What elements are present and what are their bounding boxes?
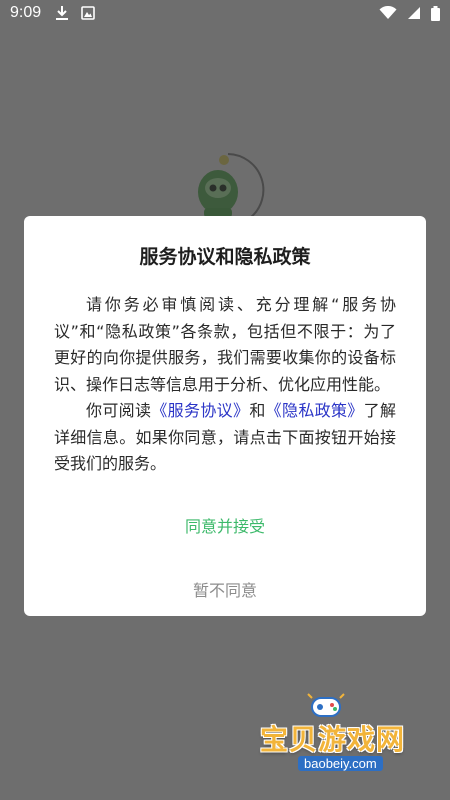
accept-button[interactable]: 同意并接受 — [125, 510, 325, 540]
image-notification-icon — [81, 6, 95, 20]
privacy-policy-link[interactable]: 《隐私政策》 — [266, 401, 364, 420]
wifi-icon — [379, 6, 397, 20]
paragraph-2-and: 和 — [249, 401, 266, 420]
status-bar: 9:09 — [0, 0, 450, 26]
dialog-paragraph-1: 请你务必审慎阅读、充分理解“服务协议”和“隐私政策”各条款，包括但不限于：为了更… — [54, 295, 396, 394]
dialog-paragraph-2: 你可阅读《服务协议》和《隐私政策》了解详细信息。如果你同意，请点击下面按钮开始接… — [54, 398, 396, 478]
watermark-url: baobeiy.com — [298, 756, 383, 771]
signal-icon — [407, 6, 421, 20]
status-time: 9:09 — [10, 4, 42, 21]
dialog-body: 请你务必审慎阅读、充分理解“服务协议”和“隐私政策”各条款，包括但不限于：为了更… — [54, 292, 396, 478]
status-left-icons — [55, 5, 95, 21]
watermark-text: 宝贝游戏网 — [260, 723, 406, 756]
dialog-title: 服务协议和隐私政策 — [139, 246, 311, 268]
paragraph-2-prefix: 你可阅读 — [86, 401, 152, 420]
download-icon — [55, 5, 69, 21]
service-agreement-link[interactable]: 《服务协议》 — [151, 401, 249, 420]
watermark: 宝贝游戏网 baobeiy.com — [250, 692, 420, 782]
privacy-dialog: 服务协议和隐私政策 请你务必审慎阅读、充分理解“服务协议”和“隐私政策”各条款，… — [24, 216, 426, 616]
status-right-icons — [379, 5, 440, 21]
battery-icon — [431, 5, 440, 21]
decline-button[interactable]: 暂不同意 — [125, 574, 325, 604]
